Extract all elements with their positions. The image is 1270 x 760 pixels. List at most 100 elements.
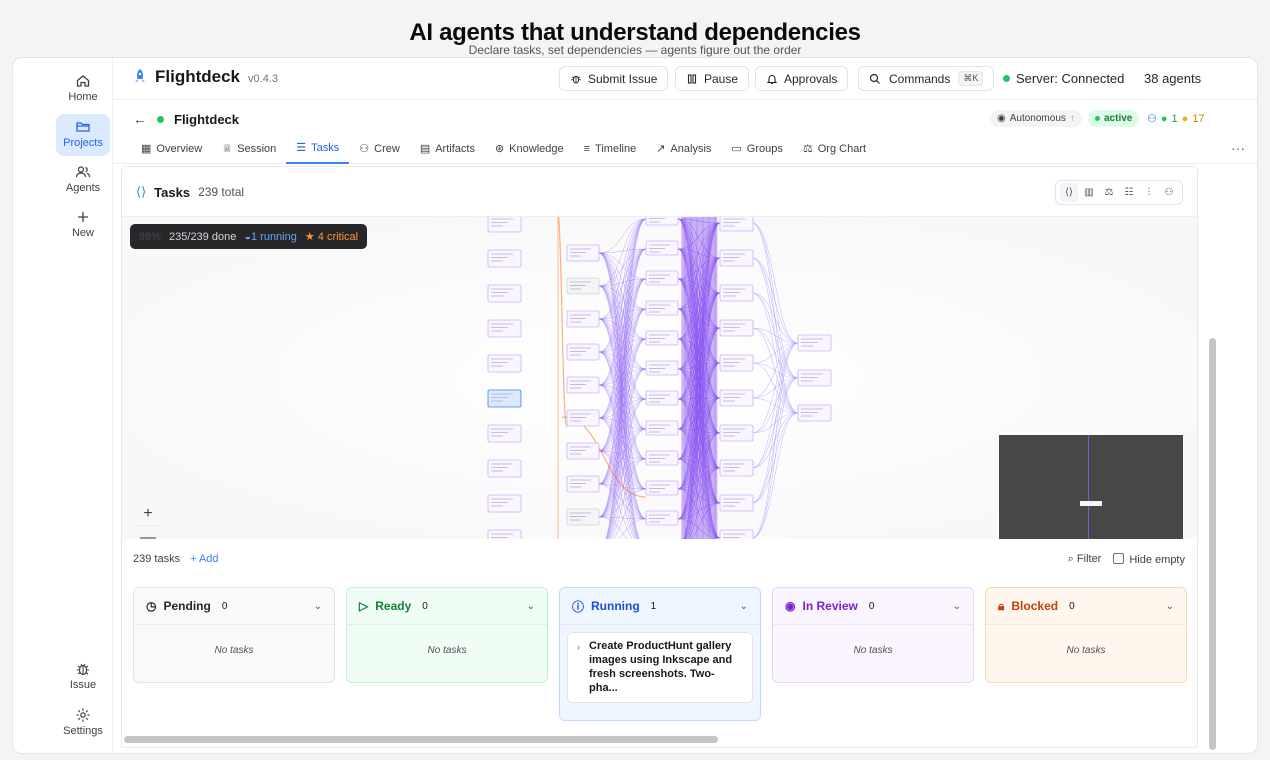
sidebar-item-new[interactable]: New bbox=[56, 204, 110, 246]
column-header[interactable]: ⓘ Running 1 ⌄ bbox=[560, 588, 760, 625]
task-node[interactable] bbox=[719, 354, 754, 372]
chevron-down-icon[interactable]: ⌄ bbox=[740, 601, 748, 612]
tab-knowledge[interactable]: ⊛ Knowledge bbox=[485, 133, 574, 164]
tab-analysis[interactable]: ↗ Analysis bbox=[646, 133, 721, 164]
task-node[interactable] bbox=[719, 319, 754, 337]
tab-crew[interactable]: ⚇ Crew bbox=[349, 133, 410, 164]
task-node[interactable] bbox=[645, 390, 679, 406]
chevron-down-icon[interactable]: ⌄ bbox=[953, 601, 961, 612]
task-node[interactable] bbox=[566, 277, 600, 295]
tab-label: Session bbox=[237, 142, 277, 155]
task-node[interactable] bbox=[566, 475, 600, 493]
back-arrow-icon[interactable]: ← bbox=[133, 111, 147, 127]
list-view-icon[interactable]: ☷ bbox=[1120, 183, 1138, 202]
task-node[interactable] bbox=[566, 343, 600, 361]
app-brand[interactable]: Flightdeck v0.4.3 bbox=[133, 67, 278, 87]
dependency-edge bbox=[751, 327, 799, 344]
dependency-edge bbox=[751, 342, 799, 399]
tab-session[interactable]: ♕ Session bbox=[212, 133, 286, 164]
minimap-viewport[interactable] bbox=[1080, 501, 1102, 506]
sidebar-item-home[interactable]: Home bbox=[56, 68, 110, 110]
task-node[interactable] bbox=[719, 389, 754, 407]
task-node[interactable] bbox=[487, 284, 522, 303]
bug-icon bbox=[571, 75, 581, 84]
task-node[interactable] bbox=[645, 420, 679, 436]
task-node[interactable] bbox=[719, 284, 754, 302]
task-node[interactable] bbox=[645, 300, 679, 316]
dependency-edge bbox=[751, 222, 799, 344]
column-header[interactable]: 🔒︎ Blocked 0 ⌄ bbox=[986, 588, 1186, 625]
horizontal-scrollbar[interactable] bbox=[124, 736, 718, 743]
task-node[interactable] bbox=[719, 424, 754, 442]
tab-groups[interactable]: ▭ Groups bbox=[721, 133, 792, 164]
dag-view-icon[interactable]: ⟨⟩ bbox=[1060, 183, 1078, 202]
column-header[interactable]: ▷ Ready 0 ⌄ bbox=[347, 588, 547, 625]
hide-empty-label: Hide empty bbox=[1129, 554, 1185, 566]
chart-view-icon[interactable]: ⫶ bbox=[1140, 183, 1158, 202]
column-title: Blocked bbox=[1011, 599, 1059, 613]
task-node[interactable] bbox=[566, 310, 600, 328]
task-node[interactable] bbox=[566, 244, 600, 262]
tab-artifacts[interactable]: ▤ Artifacts bbox=[410, 133, 485, 164]
task-node[interactable] bbox=[645, 450, 679, 466]
add-task-button[interactable]: + Add bbox=[190, 553, 218, 565]
task-node[interactable] bbox=[487, 424, 522, 443]
tab-label: Overview bbox=[156, 142, 203, 155]
sidebar-item-agents[interactable]: Agents bbox=[56, 159, 110, 201]
hide-empty-toggle[interactable]: Hide empty bbox=[1113, 553, 1185, 566]
task-node[interactable] bbox=[645, 510, 679, 526]
task-node[interactable] bbox=[566, 409, 600, 427]
approvals-button[interactable]: Approvals bbox=[755, 66, 849, 91]
tab-timeline[interactable]: ≡ Timeline bbox=[574, 133, 647, 164]
sidebar-item-issue[interactable]: Issue bbox=[56, 656, 110, 698]
task-node[interactable] bbox=[645, 360, 679, 376]
task-node[interactable] bbox=[645, 270, 679, 286]
task-node[interactable] bbox=[645, 330, 679, 346]
minimap[interactable] bbox=[999, 435, 1183, 539]
task-node[interactable] bbox=[645, 480, 679, 496]
vertical-scrollbar[interactable] bbox=[1209, 338, 1216, 750]
sidebar-item-projects[interactable]: Projects bbox=[56, 114, 110, 156]
agents-view-icon[interactable]: ⚇ bbox=[1160, 183, 1178, 202]
task-node[interactable] bbox=[487, 319, 522, 338]
task-node[interactable] bbox=[487, 354, 522, 373]
zoom-in-button[interactable]: + bbox=[135, 502, 161, 526]
task-node[interactable] bbox=[797, 369, 832, 387]
task-node[interactable] bbox=[719, 249, 754, 267]
critical-label: 4 critical bbox=[317, 231, 359, 243]
task-node[interactable] bbox=[645, 240, 679, 256]
checkbox[interactable] bbox=[1113, 553, 1125, 564]
commands-button[interactable]: Commands ⌘K bbox=[858, 66, 995, 91]
submit-issue-button[interactable]: Submit Issue bbox=[559, 66, 669, 91]
sidebar-item-settings[interactable]: Settings bbox=[56, 702, 110, 744]
task-node[interactable] bbox=[487, 249, 522, 268]
task-node[interactable] bbox=[719, 459, 754, 477]
more-menu-icon[interactable]: ··· bbox=[1231, 140, 1245, 156]
chevron-down-icon[interactable]: ⌄ bbox=[1166, 601, 1174, 612]
task-node[interactable] bbox=[487, 389, 522, 408]
task-node[interactable] bbox=[566, 376, 600, 394]
column-header[interactable]: ◷ Pending 0 ⌄ bbox=[134, 588, 334, 625]
zoom-out-button[interactable]: — bbox=[135, 526, 161, 540]
chevron-down-icon[interactable]: ⌄ bbox=[314, 601, 322, 612]
task-card[interactable]: › Create ProductHunt gallery images usin… bbox=[567, 632, 753, 703]
chevron-down-icon[interactable]: ⌄ bbox=[527, 601, 535, 612]
dependency-graph[interactable]: 98% 235/239 done ◒1 running ★ 4 critical… bbox=[122, 217, 1197, 539]
chevron-right-icon[interactable]: › bbox=[577, 640, 580, 654]
tab-org-chart[interactable]: ⚖ Org Chart bbox=[793, 133, 876, 164]
tab-tasks[interactable]: ☰ Tasks bbox=[286, 133, 350, 164]
task-node[interactable] bbox=[487, 494, 522, 513]
task-node[interactable] bbox=[797, 334, 832, 352]
column-header[interactable]: ◉ In Review 0 ⌄ bbox=[773, 588, 973, 625]
pause-button[interactable]: Pause bbox=[675, 66, 750, 91]
task-node[interactable] bbox=[719, 494, 754, 512]
mode-badge[interactable]: ◉ Autonomous ↑ bbox=[990, 110, 1082, 127]
task-node[interactable] bbox=[566, 508, 600, 526]
filter-button[interactable]: ⌕ Filter bbox=[1068, 553, 1102, 566]
tree-view-icon[interactable]: ⚖ bbox=[1100, 183, 1118, 202]
tab-overview[interactable]: ▦ Overview bbox=[131, 133, 212, 164]
task-node[interactable] bbox=[797, 404, 832, 422]
kanban-view-icon[interactable]: ▥ bbox=[1080, 183, 1098, 202]
task-node[interactable] bbox=[487, 459, 522, 478]
task-node[interactable] bbox=[566, 442, 600, 460]
